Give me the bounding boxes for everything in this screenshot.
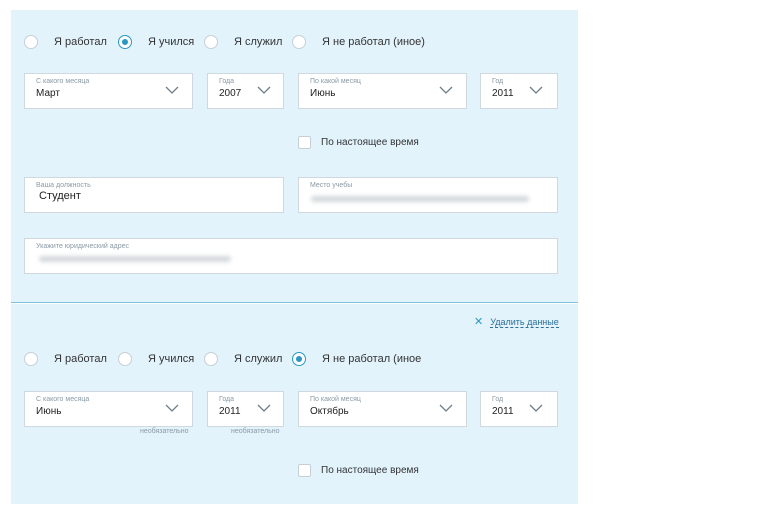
radio-label: Я работал	[54, 36, 107, 48]
to-month-select[interactable]: По какой месяц Октябрь	[298, 391, 467, 427]
checkbox-label: По настоящее время	[321, 137, 419, 148]
field-value: 2007	[219, 88, 242, 99]
field-value: Октябрь	[310, 406, 349, 417]
to-year-select[interactable]: Год 2011	[480, 73, 558, 109]
block-divider	[11, 302, 578, 303]
address-input[interactable]: Укажите юридический адрес	[24, 238, 558, 274]
field-value: Студент	[39, 190, 81, 202]
optional-hint: необязательно	[231, 428, 280, 435]
chevron-down-icon[interactable]	[439, 86, 453, 95]
checkbox-label: По настоящее время	[321, 465, 419, 476]
chevron-down-icon[interactable]	[529, 86, 543, 95]
radio-studied[interactable]: Я учился	[118, 352, 194, 366]
chevron-down-icon[interactable]	[257, 86, 271, 95]
radio-other[interactable]: Я не работал (иное)	[292, 35, 425, 49]
field-label: Место учебы	[310, 182, 353, 189]
from-year-select[interactable]: Года 2007	[207, 73, 284, 109]
radio-served[interactable]: Я служил	[204, 35, 282, 49]
chevron-down-icon[interactable]	[439, 404, 453, 413]
radio-circle[interactable]	[204, 352, 218, 366]
radio-label: Я служил	[234, 353, 283, 365]
radio-label: Я работал	[54, 353, 107, 365]
field-label: Год	[492, 396, 504, 403]
chevron-down-icon[interactable]	[257, 404, 271, 413]
radio-circle[interactable]	[24, 35, 38, 49]
radio-circle[interactable]	[24, 352, 38, 366]
field-label: Года	[219, 78, 235, 85]
checkbox-box[interactable]	[298, 136, 311, 149]
from-year-select[interactable]: Года 2011	[207, 391, 284, 427]
radio-label: Я учился	[148, 353, 195, 365]
present-checkbox[interactable]: По настоящее время	[298, 464, 419, 477]
radio-worked[interactable]: Я работал	[24, 35, 107, 49]
redacted-value	[311, 196, 529, 202]
radio-worked[interactable]: Я работал	[24, 352, 107, 366]
to-year-select[interactable]: Год 2011	[480, 391, 558, 427]
field-label: С какого месяца	[36, 78, 90, 85]
present-checkbox[interactable]: По настоящее время	[298, 136, 419, 149]
field-value: 2011	[492, 88, 514, 99]
radio-circle[interactable]	[118, 35, 132, 49]
chevron-down-icon[interactable]	[529, 404, 543, 413]
position-input[interactable]: Ваша должность Студент	[24, 177, 284, 213]
radio-label: Я служил	[234, 36, 283, 48]
from-month-select[interactable]: С какого месяца Март	[24, 73, 193, 109]
radio-label: Я учился	[148, 36, 195, 48]
field-value: Июнь	[310, 88, 336, 99]
to-month-select[interactable]: По какой месяц Июнь	[298, 73, 467, 109]
radio-label: Я не работал (иное)	[322, 36, 425, 48]
delete-data-link[interactable]: ✕ Удалить данные	[474, 317, 559, 328]
delete-data-label[interactable]: Удалить данные	[490, 317, 559, 328]
radio-circle[interactable]	[292, 352, 306, 366]
field-value: Март	[36, 88, 60, 99]
radio-studied[interactable]: Я учился	[118, 35, 194, 49]
field-value: 2011	[492, 406, 514, 417]
close-icon[interactable]: ✕	[474, 317, 483, 328]
field-value: 2011	[219, 406, 241, 417]
field-label: По какой месяц	[310, 396, 361, 403]
study-place-input[interactable]: Место учебы	[298, 177, 558, 213]
field-label: Ваша должность	[36, 182, 91, 189]
radio-served[interactable]: Я служил	[204, 352, 282, 366]
field-label: Года	[219, 396, 235, 403]
field-label: Укажите юридический адрес	[36, 243, 129, 250]
radio-circle[interactable]	[118, 352, 132, 366]
checkbox-box[interactable]	[298, 464, 311, 477]
field-label: Год	[492, 78, 504, 85]
radio-label: Я не работал (иное	[322, 353, 422, 365]
radio-circle[interactable]	[204, 35, 218, 49]
radio-circle[interactable]	[292, 35, 306, 49]
chevron-down-icon[interactable]	[165, 86, 179, 95]
redacted-value	[39, 256, 231, 262]
field-value: Июнь	[36, 406, 62, 417]
field-label: С какого месяца	[36, 396, 90, 403]
from-month-select[interactable]: С какого месяца Июнь	[24, 391, 193, 427]
optional-hint: необязательно	[140, 428, 189, 435]
chevron-down-icon[interactable]	[165, 404, 179, 413]
radio-other[interactable]: Я не работал (иное	[292, 352, 421, 366]
field-label: По какой месяц	[310, 78, 361, 85]
